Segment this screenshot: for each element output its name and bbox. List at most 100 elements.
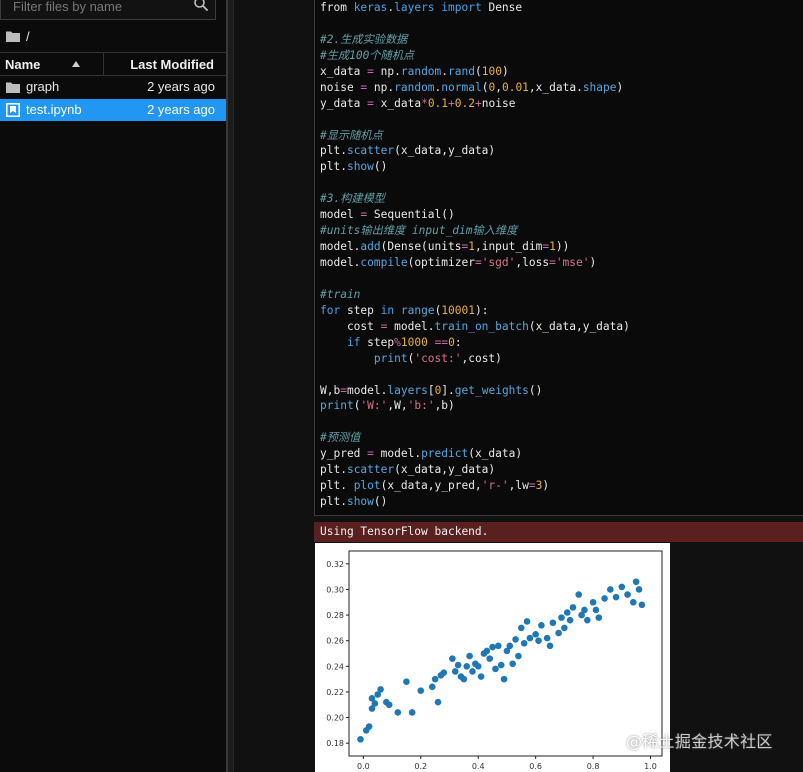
code-token: = [367, 447, 374, 461]
code-line[interactable]: print('cost:',cost) [320, 351, 630, 367]
data-point [612, 593, 620, 601]
code-token: ,W, [387, 399, 408, 413]
code-line[interactable]: #3.构建模型 [320, 191, 630, 207]
code-line[interactable]: y_pred = model.predict(x_data) [320, 446, 630, 462]
code-line[interactable]: cost = model.train_on_batch(x_data,y_dat… [320, 319, 630, 335]
x-tick-label: 1.0 [644, 762, 657, 771]
sort-ascending-icon[interactable] [72, 61, 80, 67]
code-token: )) [555, 240, 570, 254]
code-token: 'mse' [555, 256, 590, 269]
code-line[interactable]: from keras.layers import Dense [320, 0, 630, 16]
code-line[interactable] [320, 112, 630, 128]
x-tick-label: 0.0 [357, 762, 370, 771]
code-token: (x_data,y_data) [394, 144, 496, 158]
code-token: #train [320, 287, 361, 301]
code-line[interactable]: plt.scatter(x_data,y_data) [320, 143, 630, 159]
code-token: if [346, 335, 361, 349]
data-point [635, 586, 643, 593]
data-point [589, 598, 597, 606]
code-token: ) [542, 479, 550, 493]
code-line[interactable]: W,b=model.layers[0].get_weights() [320, 383, 630, 399]
folder-icon [6, 82, 20, 93]
code-line[interactable]: y_data = x_data*0.1+0.2+noise [320, 96, 630, 112]
breadcrumb[interactable]: / [6, 27, 30, 45]
code-line[interactable] [320, 414, 630, 430]
code-token: ]. [441, 383, 455, 397]
breadcrumb-path[interactable]: / [26, 29, 30, 44]
code-token: % [394, 335, 401, 349]
code-token: #units输出维度 input_dim输入维度 [320, 224, 518, 238]
code-token: layers [387, 383, 428, 397]
file-row-test-ipynb[interactable]: test.ipynb 2 years ago [0, 99, 226, 121]
code-line[interactable]: plt. plot(x_data,y_pred,'r-',lw=3) [320, 478, 630, 494]
code-token: = [367, 64, 374, 78]
code-line[interactable]: #显示随机点 [320, 128, 630, 144]
code-line[interactable]: noise = np.random.normal(0,0.01,x_data.s… [320, 80, 630, 96]
panel-resize-handle[interactable] [226, 0, 234, 772]
code-token: step [340, 303, 381, 317]
code-token: show [346, 495, 374, 509]
search-box[interactable] [0, 0, 216, 20]
folder-icon [6, 31, 20, 42]
code-line[interactable]: #生成100个随机点 [320, 48, 630, 64]
code-token: import [441, 1, 482, 14]
code-token: (Dense(units [380, 240, 462, 254]
file-name: graph [26, 79, 60, 94]
data-point [592, 606, 600, 614]
code-token: x_data [373, 96, 422, 110]
code-token: = [474, 256, 482, 269]
code-line[interactable]: print('W:',W,'b:',b) [320, 398, 630, 414]
code-line[interactable]: #2.生成实验数据 [320, 32, 630, 48]
code-line[interactable] [320, 367, 630, 383]
scatter-plot-output: 0.18 0.20 0.22 0.24 0.26 0.28 0.30 0.32 0.0 0.2 0.… [315, 543, 670, 772]
code-line[interactable]: #units输出维度 input_dim输入维度 [320, 223, 630, 239]
column-header-name[interactable]: Name [5, 57, 40, 72]
code-line[interactable]: x_data = np.random.rand(100) [320, 64, 630, 80]
code-line[interactable]: plt.scatter(x_data,y_data) [320, 462, 630, 478]
code-line[interactable] [320, 271, 630, 287]
data-point [403, 678, 410, 685]
code-token: random [394, 80, 435, 94]
code-line[interactable]: #train [320, 287, 630, 303]
code-content[interactable]: from keras.layers import Dense #2.生成实验数据… [320, 0, 630, 510]
data-point [543, 634, 551, 642]
code-line[interactable] [320, 16, 630, 32]
code-token: predict [421, 447, 469, 461]
code-token: model. [373, 447, 422, 461]
code-cell-editor[interactable]: from keras.layers import Dense #2.生成实验数据… [314, 0, 803, 516]
code-token: : [454, 335, 462, 349]
data-point [546, 642, 554, 650]
scatter-chart: 0.18 0.20 0.22 0.24 0.26 0.28 0.30 0.32 0.0 0.2 0.… [326, 550, 663, 771]
data-point [428, 683, 436, 691]
code-line[interactable]: model = Sequential() [320, 207, 630, 223]
code-token: plt. [320, 479, 354, 493]
column-divider[interactable] [103, 53, 104, 75]
code-token: (optimizer [407, 256, 475, 269]
code-token: ,input_dim [474, 240, 543, 254]
x-tick-label: 0.2 [414, 762, 427, 771]
search-input[interactable] [13, 0, 183, 16]
data-point [377, 686, 384, 693]
code-line[interactable]: #预测值 [320, 430, 630, 446]
code-line[interactable] [320, 175, 630, 191]
x-tick-label: 0.8 [587, 762, 600, 771]
code-line[interactable]: plt.show() [320, 494, 630, 510]
code-token: #预测值 [320, 431, 361, 445]
x-tick-label: 0.6 [529, 762, 542, 771]
file-row-graph[interactable]: graph 2 years ago [0, 76, 226, 98]
code-line[interactable]: model.add(Dense(units=1,input_dim=1)) [320, 239, 630, 255]
code-line[interactable]: if step%1000 ==0: [320, 335, 630, 351]
code-token: #3.构建模型 [320, 192, 385, 206]
code-line[interactable]: for step in range(10001): [320, 303, 630, 319]
code-token: = [549, 256, 556, 269]
column-header-last-modified[interactable]: Last Modified [130, 57, 214, 72]
code-line[interactable]: plt.show() [320, 159, 630, 175]
data-point [483, 647, 491, 655]
code-line[interactable]: model.compile(optimizer='sgd',loss='mse'… [320, 255, 630, 271]
code-token: plt. [320, 144, 347, 158]
data-point [549, 619, 557, 627]
search-icon[interactable] [193, 0, 209, 12]
data-point [394, 709, 402, 716]
